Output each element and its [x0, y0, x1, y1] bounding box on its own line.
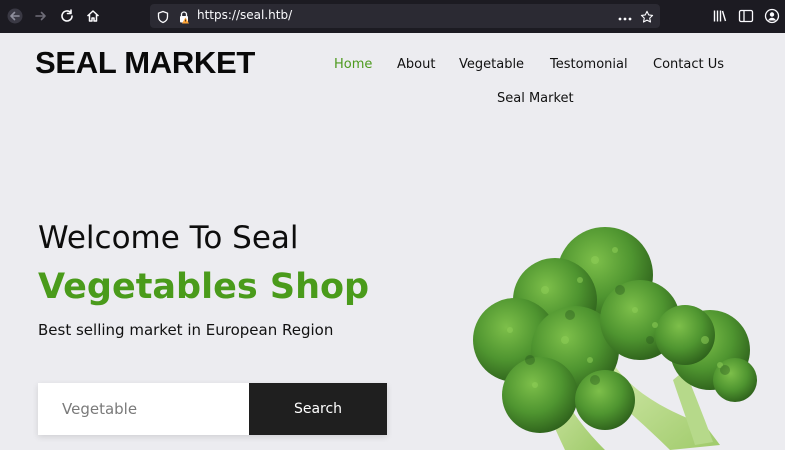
search-input[interactable]: [38, 383, 249, 435]
nav-contact[interactable]: Contact Us: [653, 57, 724, 72]
hero-title-line2: Vegetables Shop: [38, 267, 370, 307]
library-icon[interactable]: [712, 8, 728, 28]
site-logo[interactable]: SEAL MARKET: [35, 45, 255, 81]
browser-toolbar: https://seal.htb/: [0, 0, 785, 33]
home-icon[interactable]: [84, 7, 102, 25]
search-form: Search: [38, 383, 387, 435]
url-text[interactable]: https://seal.htb/: [197, 8, 292, 22]
hero-subtitle: Best selling market in European Region: [38, 321, 334, 339]
address-bar[interactable]: https://seal.htb/: [150, 4, 660, 28]
shield-icon[interactable]: [156, 9, 170, 28]
nav-home[interactable]: Home: [334, 57, 372, 72]
account-icon[interactable]: [764, 8, 780, 28]
broccoli-image: [473, 227, 757, 450]
sidebar-icon[interactable]: [738, 8, 754, 28]
star-icon[interactable]: [640, 9, 654, 28]
nav-about[interactable]: About: [397, 57, 435, 72]
lock-warning-icon[interactable]: [177, 9, 191, 28]
nav-vegetable[interactable]: Vegetable: [459, 57, 524, 72]
back-arrow-icon[interactable]: [6, 7, 24, 25]
nav-seal-market[interactable]: Seal Market: [497, 91, 574, 106]
forward-arrow-icon[interactable]: [32, 7, 50, 25]
more-dots-icon[interactable]: [618, 10, 632, 29]
reload-icon[interactable]: [58, 7, 76, 25]
nav-testimonial[interactable]: Testomonial: [550, 57, 628, 72]
search-button[interactable]: Search: [249, 383, 387, 435]
hero-title-line1: Welcome To Seal: [38, 220, 299, 256]
